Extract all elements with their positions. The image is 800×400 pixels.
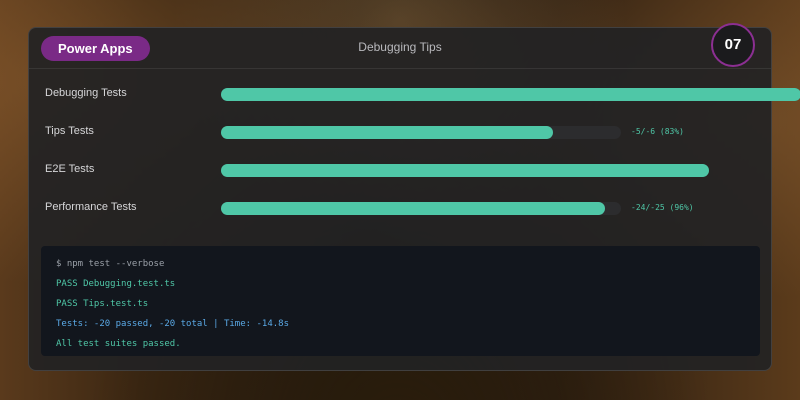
card-header: Power Apps Debugging Tips 07	[29, 23, 771, 69]
progress-fill	[221, 88, 800, 101]
test-row: Debugging Tests	[29, 85, 800, 105]
terminal-line: All test suites passed.	[56, 339, 181, 349]
terminal-line: PASS Debugging.test.ts	[56, 279, 176, 289]
progress-track	[221, 126, 621, 139]
terminal-output[interactable]: $ npm test --verbose PASS Debugging.test…	[41, 246, 760, 356]
progress-track	[221, 164, 709, 177]
progress-track	[221, 202, 621, 215]
terminal-line: Tests: -20 passed, -20 total | Time: -14…	[56, 319, 289, 329]
terminal-line: $ npm test --verbose	[56, 259, 165, 269]
test-progress-card: Power Apps Debugging Tips 07 Debugging T…	[28, 23, 800, 371]
test-row: Performance Tests -24/-25 (96%)	[29, 199, 771, 219]
row-stat: -24/-25 (96%)	[631, 203, 694, 212]
row-label: E2E Tests	[45, 163, 95, 175]
progress-fill	[221, 202, 605, 215]
row-label: Tips Tests	[45, 125, 94, 137]
progress-fill	[221, 164, 709, 177]
progress-fill	[221, 126, 553, 139]
row-label: Debugging Tests	[45, 87, 127, 99]
test-row: E2E Tests	[29, 161, 771, 181]
step-number-badge: 07	[711, 23, 755, 67]
test-row: Tips Tests -5/-6 (83%)	[29, 123, 771, 143]
row-stat: -5/-6 (83%)	[631, 127, 684, 136]
row-label: Performance Tests	[45, 201, 137, 213]
terminal-line: PASS Tips.test.ts	[56, 299, 149, 309]
page-title: Debugging Tips	[358, 40, 442, 54]
progress-track	[221, 88, 800, 101]
